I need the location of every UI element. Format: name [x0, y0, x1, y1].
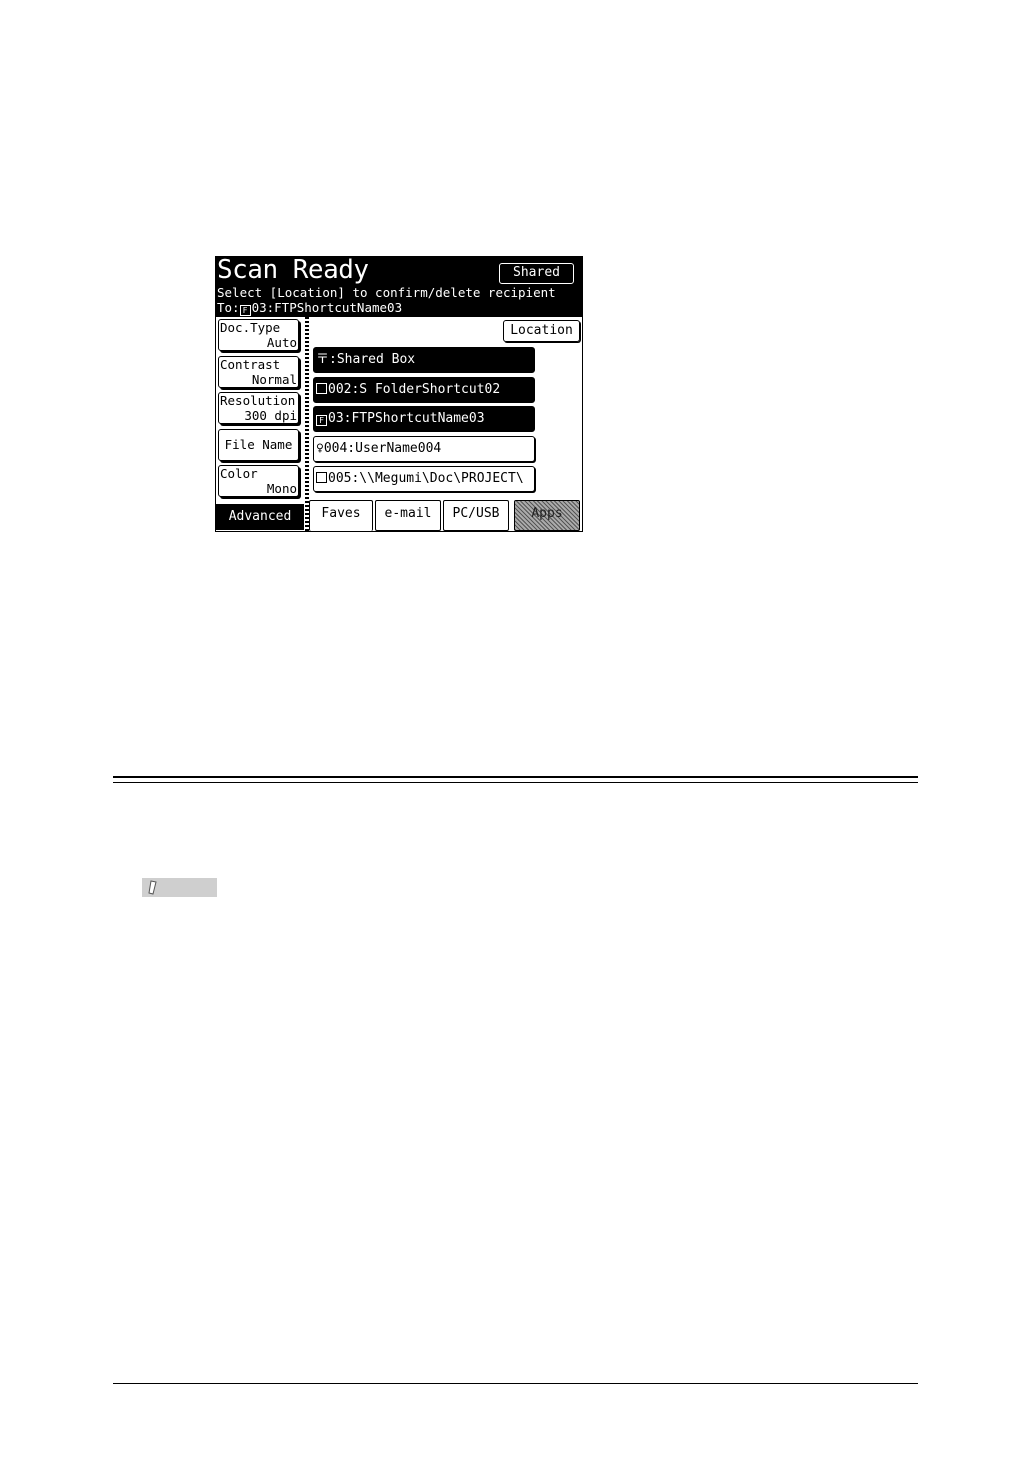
tab-faves[interactable]: Faves	[309, 500, 373, 531]
section-rule	[113, 776, 918, 778]
section-rule-thin	[113, 782, 918, 783]
status-header: Scan Ready Shared Select [Location] to c…	[216, 257, 582, 317]
address-tabs: Faves e-mail PC/USB Apps	[309, 497, 582, 531]
recipient-item-ftp-shortcut[interactable]: F 03:FTPShortcutName03	[313, 406, 535, 432]
folder-icon	[316, 383, 327, 394]
setting-label: Doc.Type	[220, 320, 281, 335]
to-value: 03:FTPShortcutName03	[251, 300, 403, 315]
ftp-icon: F	[239, 305, 251, 316]
tab-apps[interactable]: Apps	[514, 500, 580, 531]
folder-icon	[316, 472, 327, 483]
ftp-icon: F	[316, 415, 327, 426]
resolution-button[interactable]: Resolution 300 dpi	[218, 392, 299, 424]
setting-value: Mono	[266, 481, 297, 496]
tab-pc-usb[interactable]: PC/USB	[443, 500, 509, 531]
advanced-button[interactable]: Advanced	[216, 504, 304, 530]
screen-title: Scan Ready	[217, 256, 369, 285]
setting-label: File Name	[224, 437, 293, 452]
footer-rule	[113, 1383, 918, 1384]
instruction-message: Select [Location] to confirm/delete reci…	[217, 285, 556, 300]
shared-box-icon: 〒	[316, 352, 330, 367]
memo-badge	[142, 878, 217, 897]
setting-label: Contrast	[220, 357, 281, 372]
setting-value: Normal	[251, 372, 297, 387]
recipient-item-user[interactable]: ♀004:UserName004	[313, 436, 535, 462]
contrast-button[interactable]: Contrast Normal	[218, 356, 299, 388]
to-label: To:	[217, 300, 240, 315]
recipient-item-folder-shortcut[interactable]: 002:S FolderShortcut02	[313, 377, 535, 403]
recipient-label: :Shared Box	[329, 352, 416, 367]
file-name-button[interactable]: File Name	[218, 429, 299, 461]
setting-label: Resolution	[220, 393, 296, 408]
setting-label: Color	[220, 466, 258, 481]
tab-e-mail[interactable]: e-mail	[375, 500, 441, 531]
user-icon: ♀	[316, 441, 324, 456]
recipient-label: 002:S FolderShortcut02	[328, 382, 501, 397]
location-button[interactable]: Location	[503, 320, 580, 342]
shared-button[interactable]: Shared	[499, 263, 574, 284]
recipient-item-shared-box[interactable]: 〒:Shared Box	[313, 347, 535, 373]
recipient-label: 005:\\Megumi\Doc\PROJECT\	[328, 471, 524, 486]
recipient-summary: To: F 03:FTPShortcutName03	[217, 301, 402, 316]
recipient-label: 004:UserName004	[323, 441, 442, 456]
pencil-icon	[148, 880, 157, 895]
scan-settings-column: Doc.Type Auto Contrast Normal Resolution…	[216, 317, 306, 531]
recipient-item-network-folder[interactable]: 005:\\Megumi\Doc\PROJECT\	[313, 466, 535, 492]
scan-ready-screen: Scan Ready Shared Select [Location] to c…	[215, 256, 583, 532]
color-button[interactable]: Color Mono	[218, 465, 299, 497]
doc-type-button[interactable]: Doc.Type Auto	[218, 319, 299, 351]
setting-value: 300 dpi	[244, 408, 297, 423]
recipient-label: 03:FTPShortcutName03	[328, 411, 485, 426]
setting-value: Auto	[266, 335, 297, 350]
